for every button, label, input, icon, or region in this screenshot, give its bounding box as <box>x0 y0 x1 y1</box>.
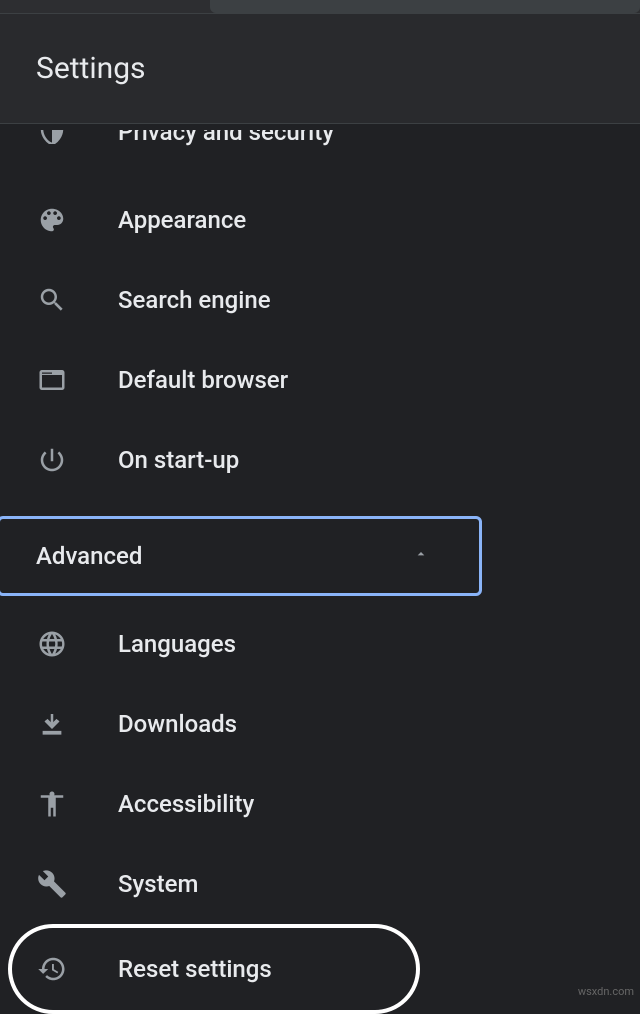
nav-label: Reset settings <box>118 955 272 983</box>
nav-label: Accessibility <box>118 790 254 818</box>
search-icon <box>36 284 68 316</box>
chevron-up-icon <box>413 546 429 566</box>
accessibility-icon <box>36 788 68 820</box>
shield-icon <box>36 130 68 144</box>
nav-label: Search engine <box>118 286 271 314</box>
nav-label: Languages <box>118 630 236 658</box>
wrench-icon <box>36 868 68 900</box>
nav-label: Downloads <box>118 710 237 738</box>
globe-icon <box>36 628 68 660</box>
settings-header: Settings <box>0 14 640 124</box>
nav-item-accessibility[interactable]: Accessibility <box>0 764 640 844</box>
power-icon <box>36 444 68 476</box>
nav-item-languages[interactable]: Languages <box>0 604 640 684</box>
download-icon <box>36 708 68 740</box>
top-bar <box>0 0 640 14</box>
nav-item-downloads[interactable]: Downloads <box>0 684 640 764</box>
history-icon <box>36 953 68 985</box>
nav-item-startup[interactable]: On start-up <box>0 420 640 500</box>
nav-item-system[interactable]: System <box>0 844 640 924</box>
page-title: Settings <box>36 51 146 86</box>
nav-label: Default browser <box>118 366 288 394</box>
nav-label: System <box>118 870 198 898</box>
advanced-label: Advanced <box>36 542 142 570</box>
nav-label: On start-up <box>118 446 239 474</box>
nav-item-reset-settings[interactable]: Reset settings <box>8 924 420 1014</box>
watermark: wsxdn.com <box>578 985 634 998</box>
advanced-toggle[interactable]: Advanced <box>0 516 482 596</box>
nav-item-search-engine[interactable]: Search engine <box>0 260 640 340</box>
nav-item-privacy[interactable]: Privacy and security <box>0 130 640 154</box>
nav-item-appearance[interactable]: Appearance <box>0 180 640 260</box>
browser-icon <box>36 364 68 396</box>
nav-item-default-browser[interactable]: Default browser <box>0 340 640 420</box>
nav-label: Privacy and security <box>118 130 334 146</box>
palette-icon <box>36 204 68 236</box>
nav-label: Appearance <box>118 206 246 234</box>
top-search-bar <box>210 0 640 13</box>
